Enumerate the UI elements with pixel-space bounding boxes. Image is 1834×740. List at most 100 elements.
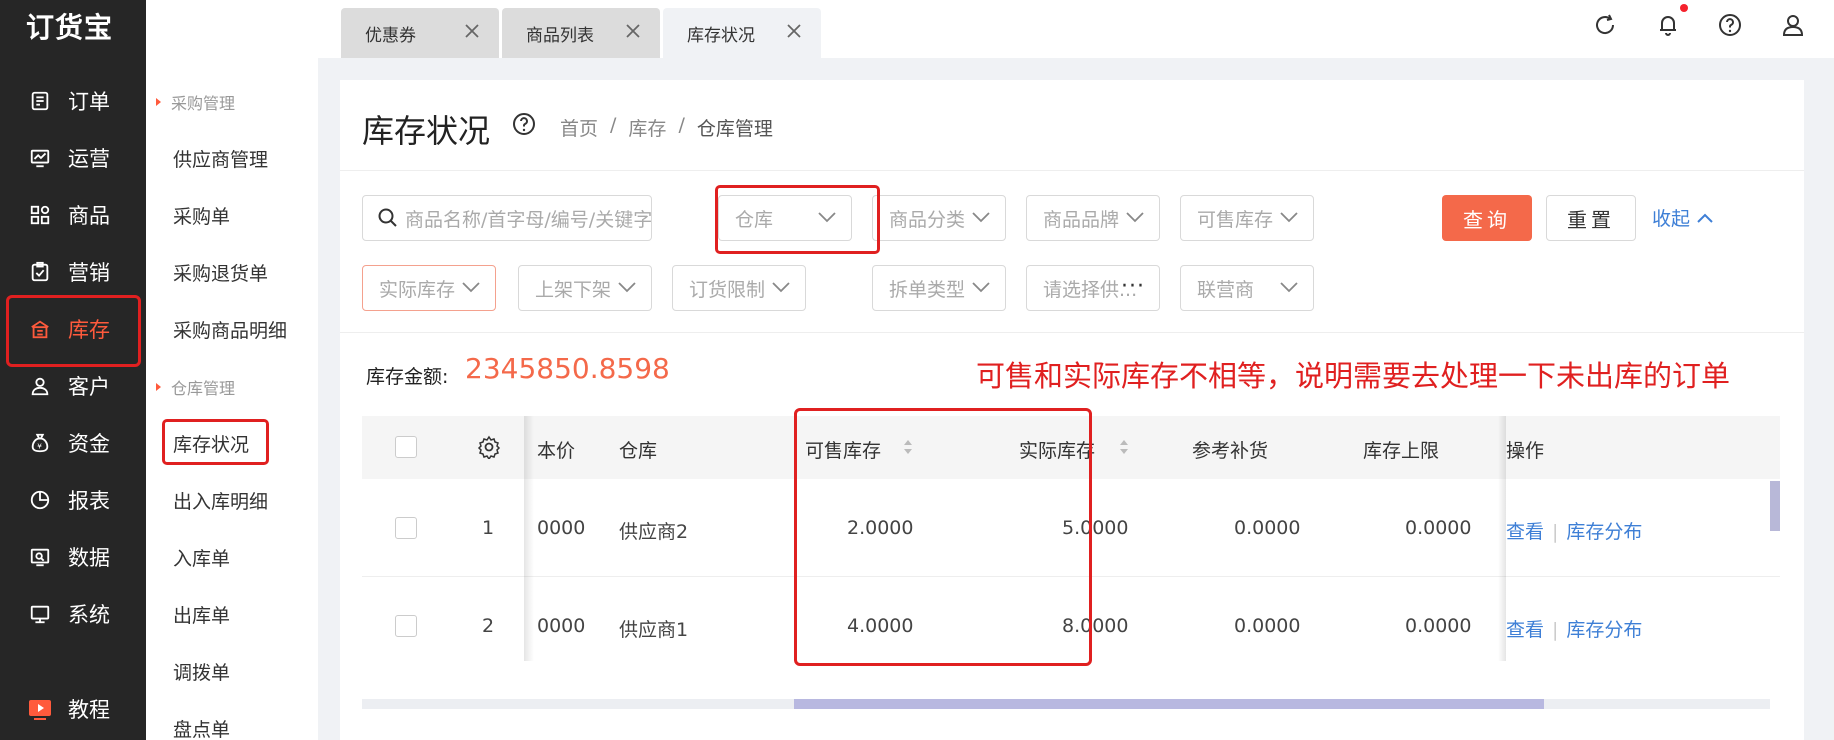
sidebar-item-label: 营销 (68, 260, 110, 285)
breadcrumb-stock[interactable]: 库存 (628, 114, 666, 141)
sort-icon[interactable] (1119, 438, 1129, 456)
sidebar-item-order[interactable]: 订单 (0, 72, 146, 129)
operation-icon (28, 146, 52, 170)
tab-coupon[interactable]: 优惠券 (341, 8, 499, 58)
col-upper-limit: 库存上限 (1363, 440, 1440, 462)
sidebar-item-system[interactable]: 系统 (0, 585, 146, 642)
sort-icon[interactable] (903, 438, 913, 456)
breadcrumb-home[interactable]: 首页 (560, 114, 598, 141)
shelf-status-select[interactable]: 上架下架 (518, 265, 652, 311)
horizontal-scrollbar-thumb[interactable] (794, 699, 1544, 709)
view-link[interactable]: 查看 (1506, 619, 1544, 641)
chevron-down-icon (772, 282, 790, 293)
cell-warehouse: 供应商2 (619, 521, 689, 543)
more-icon[interactable]: ··· (1121, 274, 1145, 299)
cell-ref-restock: 0.0000 (1234, 517, 1301, 539)
divider (340, 170, 1804, 171)
close-icon[interactable] (463, 22, 481, 40)
monitor-icon (28, 602, 52, 626)
warehouse-select[interactable]: 仓库 (718, 195, 852, 241)
sidebar-item-label: 订单 (68, 89, 110, 114)
tab-goods-list[interactable]: 商品列表 (502, 8, 660, 58)
subnav-item-purchase-order[interactable]: 采购单 (173, 202, 230, 229)
subnav-item-outbound[interactable]: 出库单 (173, 601, 230, 628)
page-title: 库存状况 (362, 112, 491, 150)
supplier-select[interactable]: 请选择供... ··· (1026, 265, 1160, 311)
reset-button[interactable]: 重置 (1546, 195, 1636, 241)
col-cost-price: 本价 (537, 440, 576, 462)
close-icon[interactable] (785, 22, 803, 40)
subnav-item-purchase-return[interactable]: 采购退货单 (173, 259, 268, 286)
subnav-item-stock-status[interactable]: 库存状况 (173, 430, 249, 457)
help-icon[interactable] (1717, 12, 1743, 38)
sidebar-item-data[interactable]: 数据 (0, 528, 146, 585)
sidebar-item-warehouse[interactable]: 库存 (0, 300, 146, 357)
goods-icon (28, 203, 52, 227)
search-input[interactable]: 商品名称/首字母/编号/关键字/条 (362, 195, 652, 241)
select-all-checkbox[interactable] (395, 436, 417, 458)
chevron-down-icon (972, 282, 990, 293)
table-header: 本价 仓库 可售库存 实际库存 参考补货 库存上限 操作 (362, 416, 1780, 479)
col-available-stock[interactable]: 可售库存 (805, 436, 881, 463)
order-icon (28, 89, 52, 113)
order-limit-select[interactable]: 订货限制 (672, 265, 806, 311)
stock-amount-label: 库存金额: (366, 366, 449, 388)
sidebar-item-report[interactable]: 报表 (0, 471, 146, 528)
user-icon (28, 374, 52, 398)
actual-stock-select[interactable]: 实际库存 (362, 265, 496, 311)
sidebar-item-operation[interactable]: 运营 (0, 129, 146, 186)
subnav-group-purchase: 采购管理 (156, 90, 235, 114)
chevron-down-icon (462, 282, 480, 293)
row-checkbox[interactable] (395, 615, 417, 637)
user-icon[interactable] (1780, 12, 1806, 38)
table-row: 2 0000 供应商1 4.0000 8.0000 0.0000 0.0000 … (362, 577, 1780, 661)
fixed-column-shadow (524, 416, 534, 661)
cell-actual-stock: 8.0000 (1062, 615, 1129, 637)
sub-sidebar: 采购管理 供应商管理 采购单 采购退货单 采购商品明细 仓库管理 库存状况 出入… (146, 0, 318, 740)
subnav-item-transfer[interactable]: 调拨单 (173, 658, 230, 685)
warehouse-icon (28, 317, 52, 341)
sidebar-item-goods[interactable]: 商品 (0, 186, 146, 243)
bell-icon[interactable] (1655, 12, 1681, 38)
view-link[interactable]: 查看 (1506, 521, 1544, 543)
sidebar-item-marketing[interactable]: 营销 (0, 243, 146, 300)
split-type-select[interactable]: 拆单类型 (872, 265, 1006, 311)
close-icon[interactable] (624, 22, 642, 40)
cell-operations: 查看 | 库存分布 (1506, 521, 1643, 543)
gear-icon[interactable] (477, 435, 501, 459)
app-logo: 订货宝 (26, 11, 114, 44)
tab-stock-status[interactable]: 库存状况 (663, 8, 821, 58)
subnav-group-warehouse: 仓库管理 (156, 375, 235, 399)
sidebar-item-tutorial[interactable]: 教程 (0, 680, 146, 737)
stock-distribution-link[interactable]: 库存分布 (1566, 521, 1642, 543)
annotation-text: 可售和实际库存不相等，说明需要去处理一下未出库的订单 (976, 359, 1731, 393)
table-row: 1 0000 供应商2 2.0000 5.0000 0.0000 0.0000 … (362, 479, 1780, 577)
subnav-item-inbound[interactable]: 入库单 (173, 544, 230, 571)
available-stock-select[interactable]: 可售库存 (1180, 195, 1314, 241)
subnav-item-purchase-detail[interactable]: 采购商品明细 (173, 316, 287, 343)
category-select[interactable]: 商品分类 (872, 195, 1006, 241)
partner-select[interactable]: 联营商 (1180, 265, 1314, 311)
subnav-item-supplier[interactable]: 供应商管理 (173, 145, 268, 172)
row-index: 1 (482, 517, 495, 539)
brand-select[interactable]: 商品品牌 (1026, 195, 1160, 241)
collapse-link[interactable]: 收起 (1652, 204, 1714, 231)
chevron-down-icon (1126, 212, 1144, 223)
question-circle-icon[interactable] (512, 112, 536, 136)
breadcrumb-current: 仓库管理 (696, 118, 773, 140)
refresh-icon[interactable] (1592, 12, 1618, 38)
stock-distribution-link[interactable]: 库存分布 (1566, 619, 1642, 641)
vertical-scrollbar[interactable] (1770, 481, 1780, 531)
fixed-column-shadow (1498, 416, 1506, 661)
subnav-item-stocktake[interactable]: 盘点单 (173, 715, 230, 740)
query-button[interactable]: 查询 (1442, 195, 1532, 241)
breadcrumb: 首页 / 库存 / 仓库管理 (560, 114, 773, 141)
subnav-item-inout-detail[interactable]: 出入库明细 (173, 487, 268, 514)
play-icon (28, 697, 52, 721)
row-checkbox[interactable] (395, 517, 417, 539)
col-actual-stock[interactable]: 实际库存 (1019, 436, 1095, 463)
sidebar-item-label: 数据 (68, 545, 110, 570)
svg-text:¥: ¥ (37, 441, 42, 450)
sidebar-item-funds[interactable]: ¥ 资金 (0, 414, 146, 471)
sidebar-item-customer[interactable]: 客户 (0, 357, 146, 414)
